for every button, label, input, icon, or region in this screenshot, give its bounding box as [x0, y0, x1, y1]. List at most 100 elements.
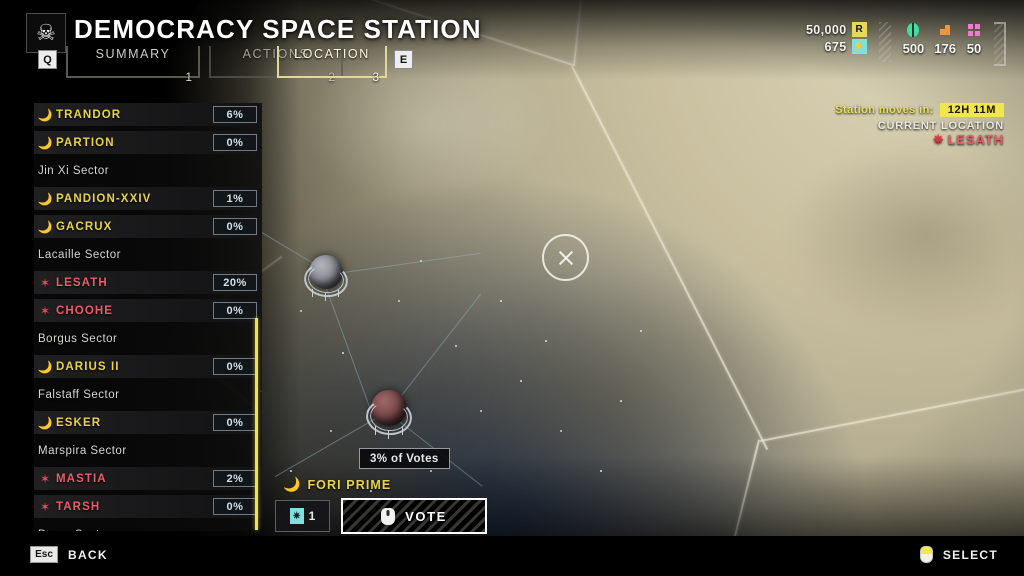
- map-node-tick: [402, 426, 403, 435]
- star: [342, 352, 344, 354]
- planet-name: DARIUS II: [56, 360, 120, 373]
- super-planet-icon: 🌙: [37, 135, 53, 150]
- tab-summary-label: SUMMARY: [95, 47, 171, 61]
- medal-value: 675: [824, 39, 847, 54]
- selected-planet-name: FORI PRIME: [307, 477, 392, 492]
- super-sample-stack: 50: [966, 22, 982, 56]
- hatch-divider: [878, 22, 891, 62]
- planet-vote-percent: 6%: [213, 106, 257, 123]
- map-node-tick: [325, 293, 326, 301]
- super-planet-icon: 🌙: [37, 107, 53, 122]
- station-moves-label: Station moves in:: [835, 104, 934, 116]
- planet-name: MASTIA: [56, 472, 107, 485]
- star: [398, 300, 400, 302]
- star: [620, 400, 622, 402]
- planet-name: TRANDOR: [56, 108, 122, 121]
- resource-bar: 50,000 R 675 ⚡ 500 176 50: [806, 22, 1006, 66]
- game-screen: ☠ DEMOCRACY SPACE STATION Q SUMMARY 1 AC…: [0, 0, 1024, 576]
- planet-row[interactable]: ✶ MASTIA 2%: [34, 467, 262, 490]
- footer-bar: Esc BACK SELECT: [0, 536, 1024, 576]
- current-location-name: LESATH: [947, 132, 1004, 147]
- vote-button[interactable]: VOTE: [341, 498, 487, 534]
- station-moves-row: Station moves in: 12H 11M: [835, 103, 1004, 117]
- sector-header: Draco Sector: [34, 523, 262, 532]
- sample-group: 500 176 50: [903, 22, 982, 56]
- medal-icon: ⚡: [851, 39, 867, 54]
- star: [330, 430, 332, 432]
- planet-name: ESKER: [56, 416, 102, 429]
- back-label: BACK: [68, 547, 108, 562]
- map-node-lower[interactable]: [364, 390, 414, 439]
- planet-row[interactable]: 🌙 PARTION 0%: [34, 131, 262, 154]
- star: [520, 380, 522, 382]
- tab-location-number: 3: [372, 70, 379, 84]
- current-location-value: ✷ LESATH: [835, 132, 1004, 148]
- sector-header: Jin Xi Sector: [38, 164, 110, 177]
- tab-summary[interactable]: SUMMARY 1: [66, 46, 200, 84]
- star: [480, 410, 482, 412]
- super-planet-icon: 🌙: [37, 359, 53, 374]
- requisition-icon: R: [851, 22, 867, 37]
- planet-vote-percent: 0%: [213, 358, 257, 375]
- star: [455, 345, 457, 347]
- planet-row[interactable]: ✶ TARSH 0%: [34, 495, 262, 518]
- super-sample-icon: [968, 24, 980, 36]
- sector-header: Falstaff Sector: [38, 388, 120, 401]
- station-info: Station moves in: 12H 11M CURRENT LOCATI…: [835, 103, 1004, 148]
- bracket-decoration: [994, 22, 1006, 66]
- planet-vote-percent: 0%: [213, 302, 257, 319]
- auto-planet-icon: ✶: [39, 471, 51, 486]
- close-circle-icon[interactable]: [542, 234, 589, 281]
- planet-row[interactable]: 🌙 PANDION-XXIV 1%: [34, 187, 262, 210]
- planet-vote-percent: 1%: [213, 190, 257, 207]
- scrollbar-thumb[interactable]: [255, 318, 258, 530]
- map-node-tick: [312, 289, 313, 297]
- planet-row[interactable]: 🌙 GACRUX 0%: [34, 215, 262, 238]
- select-control[interactable]: SELECT: [919, 546, 998, 563]
- mouse-icon: [381, 507, 396, 525]
- skull-icon: ☠: [26, 13, 66, 53]
- planet-vote-percent: 0%: [213, 218, 257, 235]
- star: [545, 340, 547, 342]
- star: [560, 430, 562, 432]
- star: [640, 330, 642, 332]
- mouse-icon: [919, 546, 933, 563]
- map-node-tick: [338, 289, 339, 297]
- rare-sample-stack: 176: [934, 22, 956, 56]
- tab-location[interactable]: LOCATION 3: [277, 46, 387, 84]
- station-moves-timer: 12H 11M: [939, 103, 1004, 117]
- planet-name: GACRUX: [56, 220, 113, 233]
- selection-panel: 3% of Votes 🌙 FORI PRIME ✷ 1 VOTE: [273, 448, 487, 536]
- planet-list[interactable]: 🌙 TRANDOR 6% 🌙 PARTION 0% Jin Xi Sector 🌙 PANDIO…: [34, 103, 262, 531]
- planet-name: PANDION-XXIV: [56, 192, 152, 205]
- rare-sample-icon: [940, 25, 951, 35]
- planet-vote-percent: 20%: [213, 274, 257, 291]
- vote-button-label: VOTE: [405, 508, 447, 524]
- planet-row[interactable]: 🌙 DARIUS II 0%: [34, 355, 262, 378]
- common-sample-value: 500: [902, 41, 925, 56]
- planet-vote-percent: 0%: [213, 414, 257, 431]
- map-node-upper[interactable]: [301, 255, 351, 301]
- star: [500, 300, 502, 302]
- vote-token-icon: ✷: [289, 508, 304, 524]
- select-label: SELECT: [942, 547, 998, 562]
- rare-sample-value: 176: [934, 41, 956, 56]
- planet-name: TARSH: [56, 500, 101, 513]
- planet-row[interactable]: ✶ LESATH 20%: [34, 271, 262, 294]
- planet-row[interactable]: 🌙 ESKER 0%: [34, 411, 262, 434]
- auto-planet-icon: ✷: [932, 132, 945, 147]
- star: [600, 470, 602, 472]
- skull-glyph: ☠: [36, 20, 56, 45]
- current-location-label: CURRENT LOCATION: [877, 120, 1004, 132]
- planet-row[interactable]: 🌙 TRANDOR 6%: [34, 103, 262, 126]
- common-sample-stack: 500: [902, 22, 925, 56]
- planet-row[interactable]: ✶ CHOOHE 0%: [34, 299, 262, 322]
- auto-planet-icon: ✶: [39, 499, 51, 514]
- tab-location-label: LOCATION: [294, 47, 370, 61]
- next-tab-key[interactable]: E: [394, 50, 413, 69]
- planet-vote-percent: 0%: [213, 498, 257, 515]
- back-control[interactable]: Esc BACK: [30, 546, 108, 563]
- map-node-tick: [388, 430, 389, 439]
- prev-tab-key[interactable]: Q: [38, 50, 57, 69]
- super-planet-icon: 🌙: [283, 476, 301, 492]
